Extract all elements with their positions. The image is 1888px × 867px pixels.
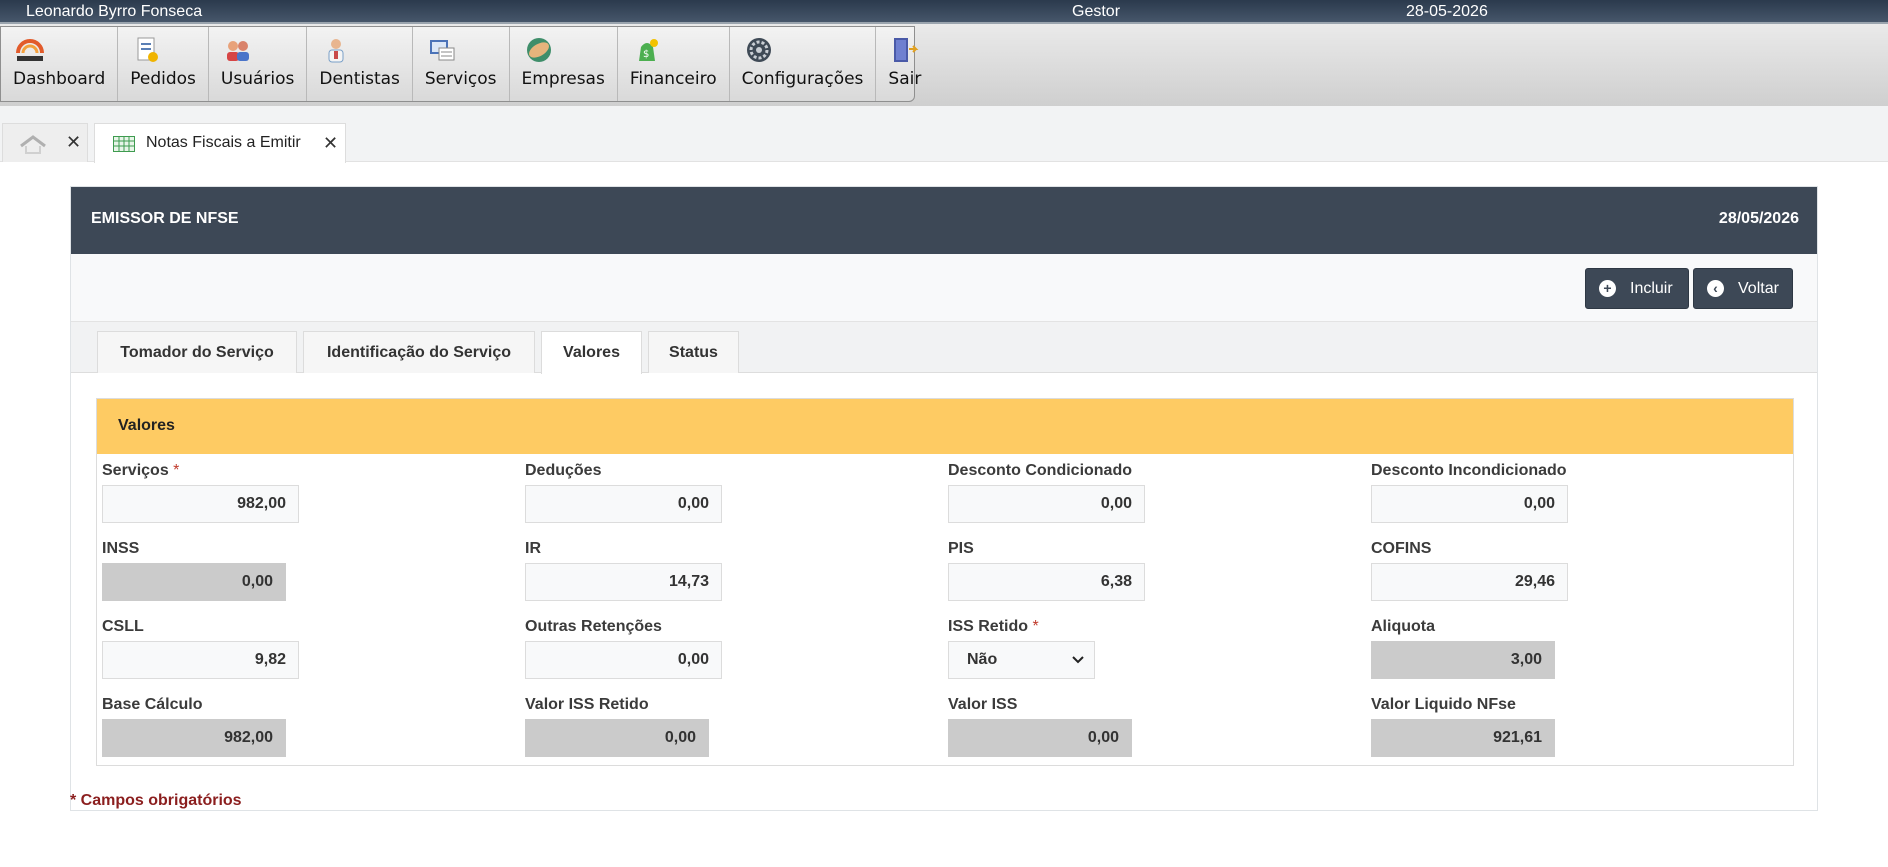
iss-retido-select[interactable]: Não bbox=[948, 641, 1095, 679]
outras-retencoes-input[interactable]: 0,00 bbox=[525, 641, 722, 679]
menu-pedidos[interactable]: Pedidos bbox=[118, 27, 209, 101]
section-header: Valores bbox=[97, 399, 1793, 454]
field-label: Desconto Incondicionado bbox=[1371, 462, 1567, 479]
user-bar: Leonardo Byrro Fonseca Gestor 28-05-2026 bbox=[0, 0, 1888, 24]
valor-iss-input: 0,00 bbox=[948, 719, 1132, 757]
valor-liquido-input: 921,61 bbox=[1371, 719, 1555, 757]
deducoes-input[interactable]: 0,00 bbox=[525, 485, 722, 523]
diagnosis-logo-icon bbox=[16, 39, 44, 61]
menu-financeiro[interactable]: $ Financeiro bbox=[618, 27, 730, 101]
nfse-panel: EMISSOR DE NFSE 28/05/2026 + Incluir ‹ V… bbox=[70, 186, 1818, 811]
inss-input: 0,00 bbox=[102, 563, 286, 601]
tab-home[interactable]: ✕ bbox=[2, 123, 88, 162]
valores-section: Valores Serviços * 982,00 Deduções 0,00 … bbox=[96, 398, 1794, 766]
menu-label: Dentistas bbox=[319, 69, 400, 89]
money-icon: $ bbox=[638, 39, 658, 61]
field-label: Base Cálculo bbox=[102, 696, 203, 713]
menu-configuracoes[interactable]: Configurações bbox=[730, 27, 877, 101]
cofins-input[interactable]: 29,46 bbox=[1371, 563, 1568, 601]
field-label: IR bbox=[525, 540, 541, 557]
tab-notas-fiscais[interactable]: Notas Fiscais a Emitir ✕ bbox=[94, 123, 346, 163]
field-label: Valor Liquido NFse bbox=[1371, 696, 1516, 713]
menu-label: Sair bbox=[888, 69, 922, 89]
include-label: Incluir bbox=[1630, 279, 1673, 297]
settings-icon bbox=[746, 38, 771, 62]
iss-retido-value: Não bbox=[967, 651, 998, 668]
dentist-icon bbox=[328, 39, 344, 63]
tab-status[interactable]: Status bbox=[648, 331, 739, 373]
field-label: CSLL bbox=[102, 618, 144, 635]
field-label: COFINS bbox=[1371, 540, 1432, 557]
servicos-input[interactable]: 982,00 bbox=[102, 485, 299, 523]
pis-input[interactable]: 6,38 bbox=[948, 563, 1145, 601]
services-icon bbox=[429, 40, 455, 61]
valor-iss-retido-input: 0,00 bbox=[525, 719, 709, 757]
chevron-down-icon bbox=[1072, 656, 1084, 664]
field-label: Valor ISS Retido bbox=[525, 696, 649, 713]
back-button[interactable]: ‹ Voltar bbox=[1693, 268, 1793, 309]
page-title: EMISSOR DE NFSE bbox=[91, 210, 239, 227]
menu-servicos[interactable]: Serviços bbox=[413, 27, 510, 101]
section-title: Valores bbox=[118, 417, 175, 434]
back-arrow-icon: ‹ bbox=[1707, 280, 1724, 297]
home-icon bbox=[20, 135, 46, 154]
field-label: Aliquota bbox=[1371, 618, 1435, 635]
tab-tomador[interactable]: Tomador do Serviço bbox=[97, 331, 297, 373]
menu-sair[interactable]: Sair bbox=[876, 27, 933, 101]
panel-header: EMISSOR DE NFSE 28/05/2026 bbox=[71, 187, 1817, 254]
tab-strip: ✕ Notas Fiscais a Emitir ✕ bbox=[0, 106, 1888, 163]
orders-icon bbox=[137, 37, 159, 62]
ir-input[interactable]: 14,73 bbox=[525, 563, 722, 601]
users-icon bbox=[226, 41, 249, 61]
csll-input[interactable]: 9,82 bbox=[102, 641, 299, 679]
main-menu-area: Dashboard Pedidos Usuários Dentistas Ser… bbox=[0, 24, 1888, 106]
tab-identificacao[interactable]: Identificação do Serviço bbox=[303, 331, 535, 373]
form-tabs: Tomador do Serviço Identificação do Serv… bbox=[71, 322, 1817, 374]
plus-circle-icon: + bbox=[1599, 280, 1616, 297]
handshake-icon bbox=[526, 38, 551, 62]
back-label: Voltar bbox=[1738, 279, 1779, 297]
menu-label: Configurações bbox=[741, 69, 864, 89]
main-menu: Dashboard Pedidos Usuários Dentistas Ser… bbox=[0, 26, 921, 102]
user-name: Leonardo Byrro Fonseca bbox=[26, 3, 203, 20]
current-date: 28-05-2026 bbox=[1406, 3, 1488, 20]
menu-label: Usuários bbox=[220, 69, 295, 89]
svg-text:$: $ bbox=[643, 49, 649, 60]
field-label: Serviços * bbox=[102, 462, 180, 479]
field-label: Desconto Condicionado bbox=[948, 462, 1132, 479]
close-icon[interactable]: ✕ bbox=[323, 133, 338, 154]
toolbar: + Incluir ‹ Voltar bbox=[71, 254, 1817, 322]
menu-label: Dashboard bbox=[13, 69, 106, 89]
field-label: PIS bbox=[948, 540, 974, 557]
tab-valores[interactable]: Valores bbox=[541, 331, 642, 374]
menu-dashboard[interactable]: Dashboard bbox=[1, 27, 119, 101]
menu-label: Financeiro bbox=[629, 69, 717, 89]
menu-label: Empresas bbox=[521, 69, 605, 89]
field-label: Deduções bbox=[525, 462, 602, 479]
close-icon[interactable]: ✕ bbox=[66, 132, 81, 153]
desconto-condicionado-input[interactable]: 0,00 bbox=[948, 485, 1145, 523]
include-button[interactable]: + Incluir bbox=[1585, 268, 1689, 309]
user-role: Gestor bbox=[1072, 3, 1121, 20]
menu-label: Pedidos bbox=[130, 69, 196, 89]
field-label: Valor ISS bbox=[948, 696, 1018, 713]
panel-date: 28/05/2026 bbox=[1718, 210, 1799, 227]
desconto-incondicionado-input[interactable]: 0,00 bbox=[1371, 485, 1568, 523]
field-label: ISS Retido * bbox=[948, 618, 1039, 635]
required-fields-note: * Campos obrigatórios bbox=[70, 792, 242, 809]
menu-usuarios[interactable]: Usuários bbox=[209, 27, 308, 101]
menu-label: Serviços bbox=[424, 69, 497, 89]
menu-empresas[interactable]: Empresas bbox=[510, 27, 618, 101]
aliquota-input: 3,00 bbox=[1371, 641, 1555, 679]
menu-dentistas[interactable]: Dentistas bbox=[307, 27, 413, 101]
table-grid-icon bbox=[113, 136, 135, 152]
field-label: Outras Retenções bbox=[525, 618, 662, 635]
field-label: INSS bbox=[102, 540, 140, 557]
exit-door-icon bbox=[894, 38, 919, 62]
tab-title: Notas Fiscais a Emitir bbox=[146, 134, 301, 151]
required-mark: * bbox=[1032, 618, 1039, 635]
base-calculo-input: 982,00 bbox=[102, 719, 286, 757]
required-mark: * bbox=[173, 462, 180, 479]
